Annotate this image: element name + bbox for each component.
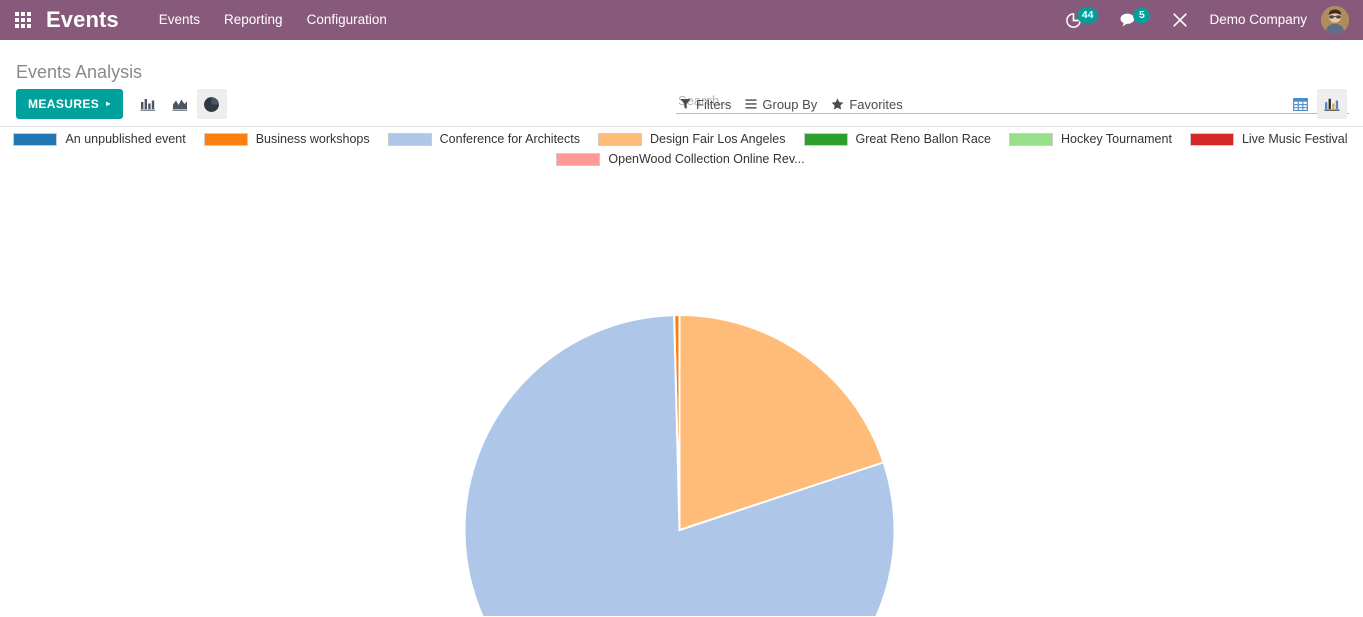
activities-count-badge: 44 bbox=[1076, 8, 1099, 23]
messages-count-badge: 5 bbox=[1133, 8, 1151, 23]
group-by-icon bbox=[745, 98, 757, 110]
pivot-view-icon bbox=[1292, 97, 1308, 111]
pie-chart-icon bbox=[204, 96, 220, 112]
filter-icon bbox=[680, 98, 691, 110]
graph-view-button[interactable] bbox=[1317, 89, 1347, 119]
pivot-view-button[interactable] bbox=[1285, 89, 1315, 119]
company-switcher[interactable]: Demo Company bbox=[1199, 0, 1317, 40]
main-menu: Events Reporting Configuration bbox=[147, 0, 399, 40]
pie-chart[interactable] bbox=[0, 127, 1363, 616]
debug-menu-button[interactable] bbox=[1161, 0, 1199, 40]
star-icon bbox=[831, 98, 844, 110]
activities-menu-button[interactable]: 44 bbox=[1054, 0, 1110, 40]
apps-grid-icon bbox=[15, 12, 31, 28]
menu-item-reporting[interactable]: Reporting bbox=[212, 0, 295, 40]
graph-view: An unpublished event Business workshops … bbox=[0, 127, 1363, 616]
filters-dropdown[interactable]: Filters bbox=[676, 93, 741, 116]
bar-chart-icon bbox=[140, 99, 155, 111]
avatar[interactable] bbox=[1321, 6, 1349, 34]
favorites-label: Favorites bbox=[849, 96, 903, 112]
apps-menu-button[interactable] bbox=[0, 0, 46, 40]
bar-chart-button[interactable] bbox=[133, 89, 163, 119]
search-options: Filters Group By Favorites bbox=[676, 93, 913, 116]
line-chart-button[interactable] bbox=[165, 89, 195, 119]
app-brand-title[interactable]: Events bbox=[46, 7, 119, 33]
messages-menu-button[interactable]: 5 bbox=[1109, 0, 1161, 40]
menu-item-configuration[interactable]: Configuration bbox=[295, 0, 399, 40]
menu-item-events[interactable]: Events bbox=[147, 0, 212, 40]
systray: 44 5 Demo Company bbox=[1054, 0, 1363, 40]
measures-button-label: MEASURES bbox=[28, 97, 100, 111]
graph-view-icon bbox=[1324, 98, 1340, 111]
measures-button[interactable]: MEASURES ▸ bbox=[16, 89, 123, 119]
group-by-label: Group By bbox=[762, 96, 818, 112]
user-avatar-image bbox=[1321, 6, 1349, 34]
filters-label: Filters bbox=[696, 96, 732, 112]
wrench-debug-icon bbox=[1173, 13, 1188, 27]
control-panel-top-row: Events Analysis bbox=[0, 40, 1363, 82]
group-by-dropdown[interactable]: Group By bbox=[741, 93, 827, 116]
caret-right-icon: ▸ bbox=[106, 99, 111, 108]
pie-chart-button[interactable] bbox=[196, 89, 227, 119]
pie-slices bbox=[463, 313, 896, 616]
chart-type-switcher bbox=[133, 89, 227, 119]
top-navbar: Events Events Reporting Configuration 44… bbox=[0, 0, 1363, 40]
view-switcher bbox=[1285, 89, 1347, 119]
control-panel: Events Analysis MEASURES ▸ bbox=[0, 40, 1363, 127]
favorites-dropdown[interactable]: Favorites bbox=[827, 93, 912, 116]
control-panel-bottom-row: MEASURES ▸ Filters Group By Favorites bbox=[0, 81, 1363, 127]
line-chart-icon bbox=[172, 99, 187, 111]
